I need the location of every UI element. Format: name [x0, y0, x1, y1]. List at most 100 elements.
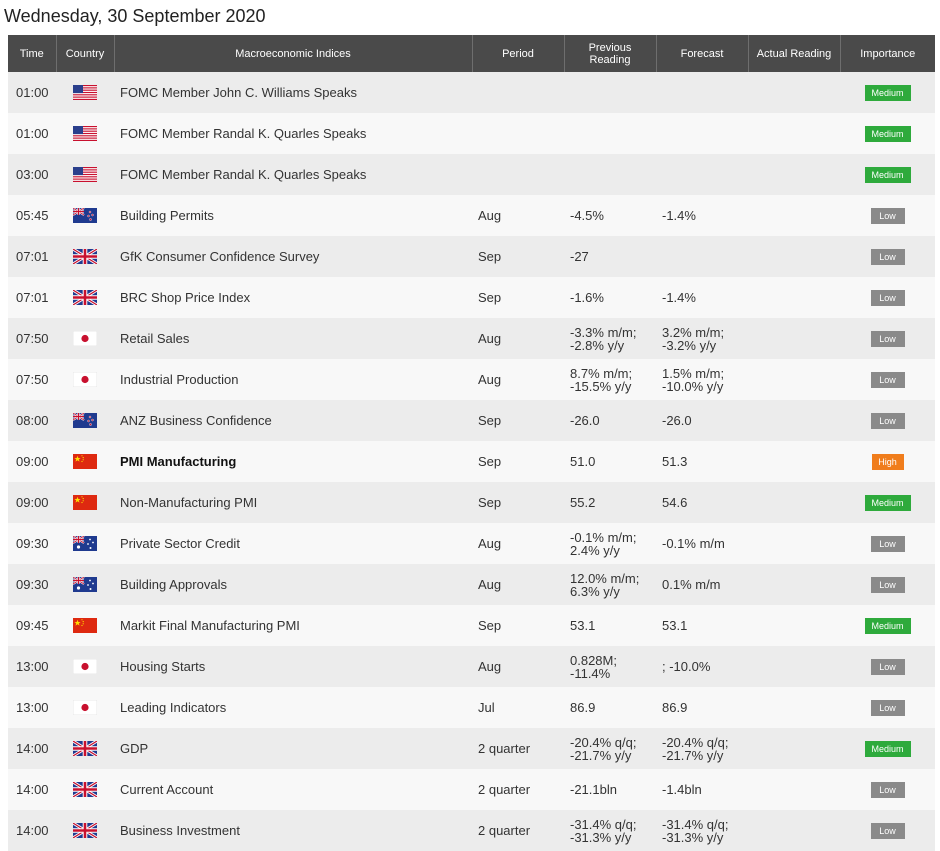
row-event-name[interactable]: Current Account: [114, 769, 472, 810]
table-row[interactable]: 13:00 Leading Indicators Jul 86.9 86.9 Low: [8, 687, 935, 728]
row-actual: [748, 687, 840, 728]
row-forecast: [656, 236, 748, 277]
row-forecast: -1.4%: [656, 195, 748, 236]
table-row[interactable]: 01:00 FOMC Member Randal K. Quarles Speak…: [8, 113, 935, 154]
row-forecast: -31.4% q/q; -31.3% y/y: [656, 810, 748, 851]
row-period: 2 quarter: [472, 728, 564, 769]
table-row[interactable]: 09:30 Private Sector Credit Aug -0.1% m/m; 2…: [8, 523, 935, 564]
importance-badge: Low: [870, 576, 905, 593]
column-header-importance[interactable]: Importance: [840, 35, 935, 72]
table-row[interactable]: 03:00 FOMC Member Randal K. Quarles Speak…: [8, 154, 935, 195]
row-previous: 8.7% m/m; -15.5% y/y: [564, 359, 656, 400]
row-forecast-line1: ; -10.0%: [662, 659, 711, 674]
importance-badge: Medium: [864, 617, 911, 634]
row-event-name[interactable]: Building Approvals: [114, 564, 472, 605]
row-importance: Low: [840, 564, 935, 605]
table-row[interactable]: 14:00 Current Account 2 quarter -21.1bln -1.…: [8, 769, 935, 810]
row-event-name[interactable]: Building Permits: [114, 195, 472, 236]
table-row[interactable]: 09:00 PMI Manufacturing Sep 51.0 51.3 High: [8, 441, 935, 482]
row-importance: Low: [840, 400, 935, 441]
row-event-name[interactable]: Leading Indicators: [114, 687, 472, 728]
row-country: [56, 482, 114, 523]
column-header-previous-line1: Previous: [588, 41, 632, 54]
column-header-forecast[interactable]: Forecast: [656, 35, 749, 72]
row-country: [56, 154, 114, 195]
table-row[interactable]: 14:00 GDP 2 quarter -20.4% q/q; -21.7% y/y -2…: [8, 728, 935, 769]
row-country: [56, 564, 114, 605]
column-header-time[interactable]: Time: [8, 35, 57, 72]
table-row[interactable]: 09:00 Non-Manufacturing PMI Sep 55.2 54.6 Med…: [8, 482, 935, 523]
us-flag-icon: [73, 167, 97, 183]
row-country: [56, 359, 114, 400]
cn-flag-icon: [73, 454, 97, 470]
row-event-name[interactable]: Private Sector Credit: [114, 523, 472, 564]
column-header-previous[interactable]: Previous Reading: [564, 35, 657, 72]
row-actual: [748, 441, 840, 482]
row-previous: -3.3% m/m; -2.8% y/y: [564, 318, 656, 359]
table-row[interactable]: 14:00 Business Investment 2 quarter -31.4% …: [8, 810, 935, 851]
row-event-name[interactable]: Markit Final Manufacturing PMI: [114, 605, 472, 646]
importance-badge: Low: [870, 330, 905, 347]
row-period: Sep: [472, 236, 564, 277]
row-previous-line1: 86.9: [570, 700, 596, 715]
importance-badge: Medium: [864, 125, 911, 142]
table-row[interactable]: 09:30 Building Approvals Aug 12.0% m/m; 6.3%…: [8, 564, 935, 605]
row-event-name[interactable]: Retail Sales: [114, 318, 472, 359]
row-importance: Low: [840, 236, 935, 277]
row-country: [56, 646, 114, 687]
importance-badge: Low: [870, 699, 905, 716]
row-event-name[interactable]: GfK Consumer Confidence Survey: [114, 236, 472, 277]
row-time: 14:00: [8, 728, 56, 769]
row-previous-line1: -27: [570, 249, 589, 264]
table-row[interactable]: 01:00 FOMC Member John C. Williams Speaks…: [8, 72, 935, 113]
row-actual: [748, 400, 840, 441]
row-forecast: 53.1: [656, 605, 748, 646]
row-previous: 86.9: [564, 687, 656, 728]
row-time: 13:00: [8, 687, 56, 728]
table-row[interactable]: 13:00 Housing Starts Aug 0.828M; -11.4% ; -10…: [8, 646, 935, 687]
row-time: 01:00: [8, 113, 56, 154]
row-country: [56, 441, 114, 482]
economic-calendar-table: Time Country Macroeconomic Indices Perio…: [8, 35, 935, 851]
nz-flag-icon: [72, 207, 97, 224]
row-event-name[interactable]: ANZ Business Confidence: [114, 400, 472, 441]
row-previous: -27: [564, 236, 656, 277]
row-previous-line1: -21.1bln: [570, 782, 617, 797]
row-event-name[interactable]: PMI Manufacturing: [114, 441, 472, 482]
row-forecast-line1: -1.4bln: [662, 782, 702, 797]
column-header-indices[interactable]: Macroeconomic Indices: [114, 35, 473, 72]
table-row[interactable]: 09:45 Markit Final Manufacturing PMI Sep 53…: [8, 605, 935, 646]
gb-flag-icon: [72, 780, 98, 799]
row-country: [56, 523, 114, 564]
jp-flag-icon: [72, 699, 98, 716]
row-forecast: -20.4% q/q; -21.7% y/y: [656, 728, 748, 769]
row-event-name[interactable]: Business Investment: [114, 810, 472, 851]
row-previous: -1.6%: [564, 277, 656, 318]
table-row[interactable]: 07:01 GfK Consumer Confidence Survey Sep -2…: [8, 236, 935, 277]
column-header-period[interactable]: Period: [472, 35, 565, 72]
importance-badge: Medium: [864, 740, 911, 757]
us-flag-icon: [73, 85, 97, 101]
table-row[interactable]: 08:00 ANZ Business Confidence Sep -26.0 -26.…: [8, 400, 935, 441]
row-event-name[interactable]: Housing Starts: [114, 646, 472, 687]
row-previous-line2: -15.5% y/y: [570, 378, 632, 394]
table-row[interactable]: 07:50 Industrial Production Aug 8.7% m/m; -1…: [8, 359, 935, 400]
table-row[interactable]: 07:01 BRC Shop Price Index Sep -1.6% -1.4% Lo…: [8, 277, 935, 318]
column-header-country[interactable]: Country: [56, 35, 115, 72]
row-importance: Low: [840, 318, 935, 359]
row-event-name[interactable]: GDP: [114, 728, 472, 769]
row-actual: [748, 605, 840, 646]
row-event-name[interactable]: Industrial Production: [114, 359, 472, 400]
row-event-name[interactable]: FOMC Member Randal K. Quarles Speaks: [114, 154, 472, 195]
table-row[interactable]: 05:45 Building Permits Aug -4.5% -1.4% Low: [8, 195, 935, 236]
row-event-name[interactable]: FOMC Member John C. Williams Speaks: [114, 72, 472, 113]
table-row[interactable]: 07:50 Retail Sales Aug -3.3% m/m; -2.8% y/y 3…: [8, 318, 935, 359]
row-actual: [748, 72, 840, 113]
row-event-name[interactable]: BRC Shop Price Index: [114, 277, 472, 318]
row-event-name[interactable]: Non-Manufacturing PMI: [114, 482, 472, 523]
row-period: Aug: [472, 318, 564, 359]
row-event-name[interactable]: FOMC Member Randal K. Quarles Speaks: [114, 113, 472, 154]
column-header-actual[interactable]: Actual Reading: [748, 35, 841, 72]
row-time: 09:30: [8, 523, 56, 564]
row-previous-line2: -21.7% y/y: [570, 747, 632, 763]
